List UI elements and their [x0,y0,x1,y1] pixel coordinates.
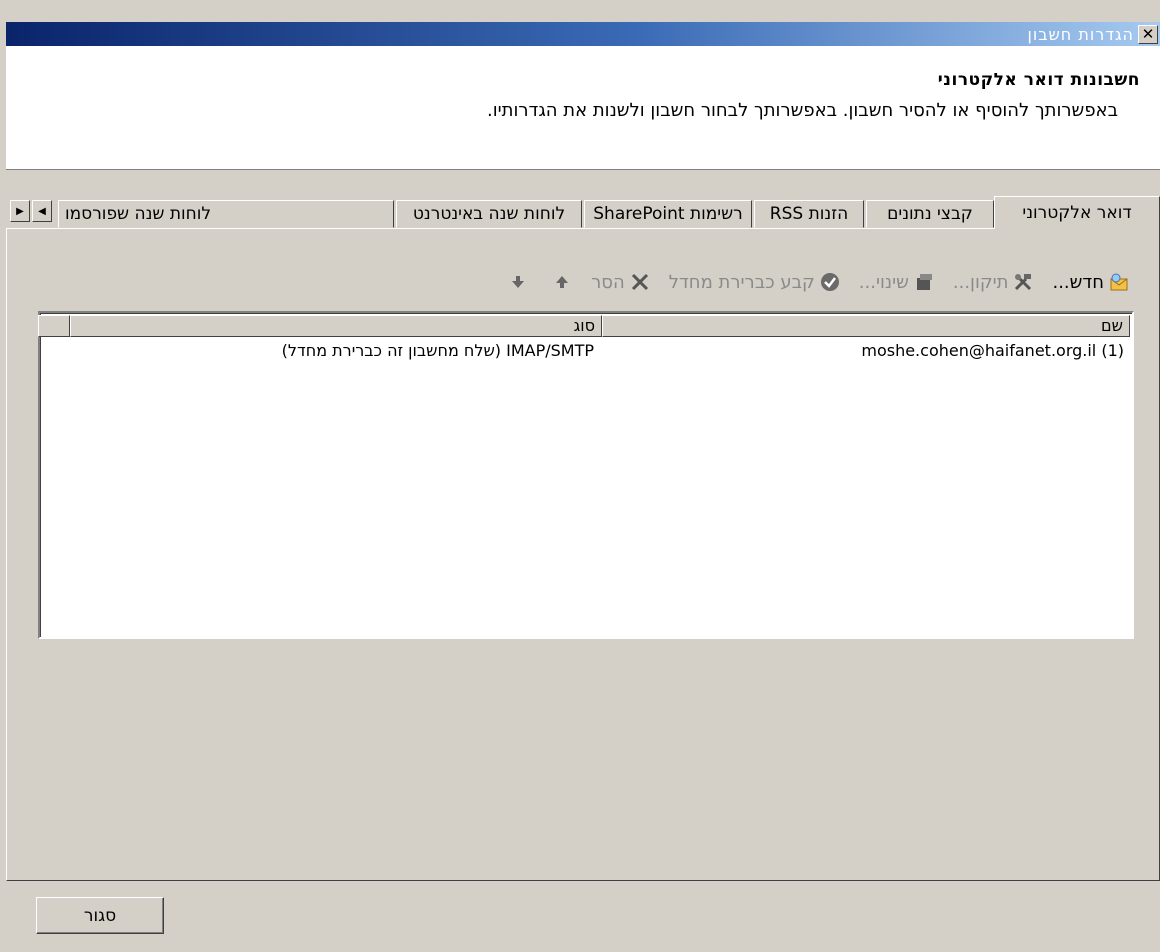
repair-button[interactable]: תיקון... [953,271,1035,293]
arrow-left-icon: ◀ [38,205,46,217]
set-default-button[interactable]: קבע כברירת מחדל [669,271,841,293]
new-account-icon [1108,271,1130,293]
remove-x-icon [629,271,651,293]
tab-scroll-left-button[interactable]: ◀ [32,200,52,222]
change-icon [913,271,935,293]
list-header: שם סוג [38,315,1130,337]
tab-strip: דואר אלקטרוני קבצי נתונים הזנות RSS רשימ… [6,196,1160,229]
tab-published-calendars[interactable]: לוחות שנה שפורסמו [58,200,394,228]
accounts-toolbar: חדש... תיקון... שינוי... קבע כברירת מחדל… [485,265,1130,299]
column-header-name[interactable]: שם [602,315,1130,337]
move-down-button[interactable] [503,271,529,293]
new-account-button[interactable]: חדש... [1052,271,1130,293]
close-icon[interactable]: ✕ [1138,24,1158,44]
tab-scroll-right-button[interactable]: ▶ [10,200,30,222]
account-name-cell: (moshe.cohen@haifanet.org.il (1 [861,341,1124,360]
arrow-up-icon [551,271,573,293]
close-button[interactable]: סגור [36,897,164,934]
column-header-empty [38,315,70,337]
window-title: הגדרות חשבון [1027,24,1134,44]
title-bar: ✕ הגדרות חשבון [6,22,1160,46]
arrow-right-icon: ▶ [16,205,24,217]
check-circle-icon [819,271,841,293]
dialog-header: חשבונות דואר אלקטרוני באפשרותך להוסיף או… [6,46,1160,170]
table-row[interactable]: (moshe.cohen@haifanet.org.il (1 IMAP/SMT… [42,341,1130,363]
tab-rss-feeds[interactable]: הזנות RSS [754,200,864,228]
change-button[interactable]: שינוי... [859,271,935,293]
header-subtitle: באפשרותך להוסיף או להסיר חשבון. באפשרותך… [487,100,1118,121]
remove-button[interactable]: הסר [591,271,651,293]
move-up-button[interactable] [547,271,573,293]
tools-icon [1012,271,1034,293]
tab-data-files[interactable]: קבצי נתונים [866,200,994,228]
tab-internet-calendars[interactable]: לוחות שנה באינטרנט [396,200,582,228]
account-type-cell: IMAP/SMTP (שלח מחשבון זה כברירת מחדל) [281,341,594,360]
header-title: חשבונות דואר אלקטרוני [937,70,1140,90]
column-header-type[interactable]: סוג [70,315,602,337]
tab-sharepoint-lists[interactable]: רשימות SharePoint [584,200,752,228]
tab-email[interactable]: דואר אלקטרוני [994,196,1160,229]
arrow-down-icon [507,271,529,293]
accounts-list[interactable]: שם סוג (moshe.cohen@haifanet.org.il (1 I… [38,311,1134,639]
